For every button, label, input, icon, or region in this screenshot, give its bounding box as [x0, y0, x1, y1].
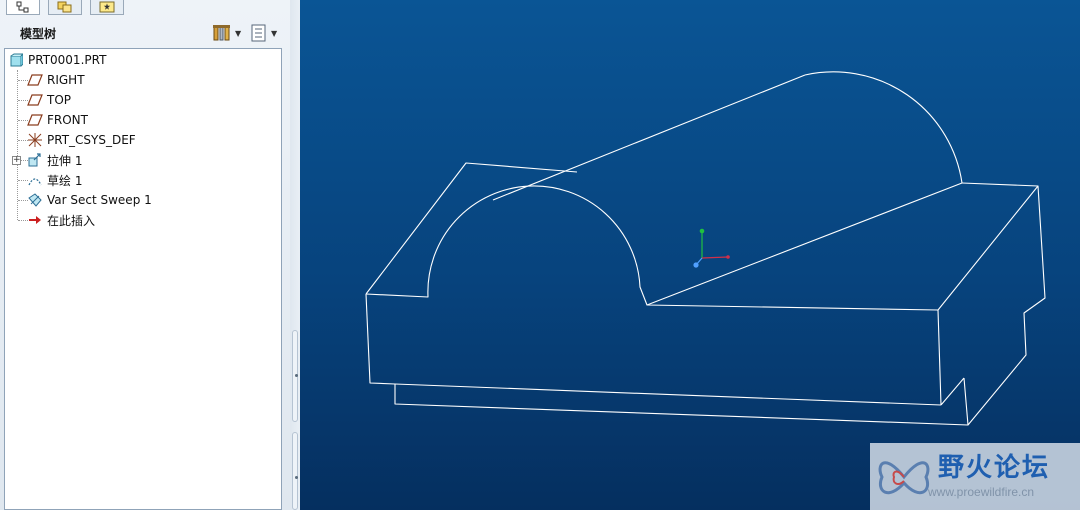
- favorites-icon: [99, 1, 115, 13]
- forum-watermark: 野火论坛 www.proewildfire.cn: [870, 443, 1080, 510]
- expand-toggle[interactable]: +: [12, 156, 21, 165]
- tab-folder-browser[interactable]: [48, 0, 82, 15]
- tab-favorites[interactable]: [90, 0, 124, 15]
- datum-plane-icon: [27, 92, 43, 108]
- tree-item-right-plane[interactable]: RIGHT: [27, 70, 85, 90]
- part-icon: [8, 52, 24, 68]
- tree-item-var-sect-sweep[interactable]: Var Sect Sweep 1: [27, 190, 152, 210]
- chevron-down-icon: ▼: [235, 28, 242, 38]
- tools-icon: [213, 25, 230, 41]
- tree-item-csys[interactable]: PRT_CSYS_DEF: [27, 130, 136, 150]
- model-tree: PRT0001.PRT RIGHT TOP FRONT PRT_CSYS_DEF: [4, 48, 282, 510]
- tree-tools-button[interactable]: ▼: [212, 23, 244, 43]
- tree-item-front-plane[interactable]: FRONT: [27, 110, 88, 130]
- tree-connector: [17, 70, 18, 220]
- model-tree-tab-icon: [16, 1, 29, 13]
- tree-item-label: PRT0001.PRT: [28, 53, 107, 67]
- tab-model-tree[interactable]: [6, 0, 40, 15]
- tree-item-sketch[interactable]: 草绘 1: [27, 170, 82, 190]
- watermark-url: www.proewildfire.cn: [928, 485, 1035, 499]
- settings-list-icon: [251, 24, 266, 42]
- datum-plane-icon: [27, 72, 43, 88]
- datum-plane-icon: [27, 112, 43, 128]
- tree-item-label: RIGHT: [47, 73, 85, 87]
- wireframe-model: [365, 71, 1046, 426]
- insert-here-arrow-icon: [27, 212, 43, 228]
- sketch-icon: [27, 172, 43, 188]
- tree-item-label: Var Sect Sweep 1: [47, 193, 152, 207]
- tree-item-label: 草绘 1: [47, 173, 83, 188]
- tree-item-extrude[interactable]: 拉伸 1: [27, 150, 82, 170]
- tree-settings-button[interactable]: ▼: [250, 23, 284, 43]
- tree-item-label: PRT_CSYS_DEF: [47, 133, 136, 147]
- tree-item-label: TOP: [47, 93, 72, 107]
- model-tree-panel: 模型树 ▼ ▼ PRT0001.PRT RIGHT TOP FRONT PRT_…: [0, 0, 300, 510]
- graphics-viewport[interactable]: 野火论坛 www.proewildfire.cn: [300, 0, 1080, 510]
- splitter-grip-lower[interactable]: [292, 432, 298, 510]
- tree-item-part[interactable]: PRT0001.PRT: [8, 50, 106, 70]
- folder-browser-icon: [57, 1, 72, 13]
- coordinate-system-icon: [27, 132, 43, 148]
- sweep-icon: [27, 192, 43, 208]
- tree-item-label: 拉伸 1: [47, 153, 83, 168]
- extrude-icon: [27, 152, 43, 168]
- navigator-tabs: [0, 0, 300, 16]
- chevron-down-icon: ▼: [271, 28, 278, 38]
- butterfly-logo-icon: [878, 461, 930, 495]
- watermark-title: 野火论坛: [938, 453, 1051, 483]
- model-edges: [365, 71, 1046, 426]
- tree-item-label: FRONT: [47, 113, 88, 127]
- tree-item-insert-here[interactable]: 在此插入: [27, 210, 95, 230]
- coordinate-system-triad: [693, 228, 730, 268]
- panel-header: 模型树 ▼ ▼: [0, 17, 290, 47]
- tree-item-top-plane[interactable]: TOP: [27, 90, 71, 110]
- panel-title: 模型树: [20, 27, 57, 41]
- tree-item-label: 在此插入: [47, 213, 96, 228]
